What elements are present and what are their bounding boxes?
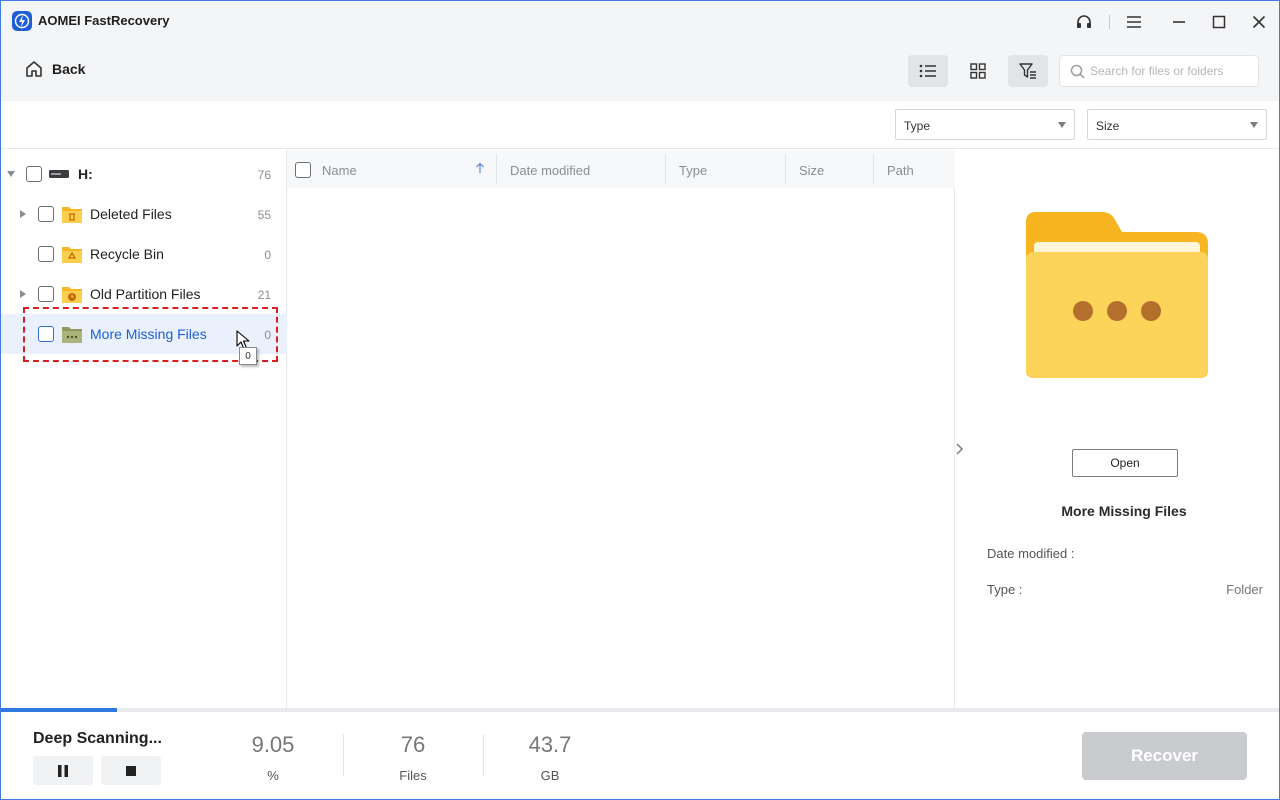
- clock-folder-icon: [62, 287, 82, 303]
- search-input[interactable]: [1090, 56, 1255, 86]
- list-view-icon: [919, 64, 936, 78]
- grid-view-icon: [970, 63, 986, 79]
- stat-divider: [483, 734, 484, 776]
- chevron-down-icon: [1250, 122, 1258, 128]
- chevron-right-icon[interactable]: [954, 442, 964, 456]
- column-header-path[interactable]: Path: [887, 163, 914, 178]
- drive-h-checkbox[interactable]: [26, 166, 42, 182]
- app-title: AOMEI FastRecovery: [38, 13, 170, 28]
- old-partition-files-checkbox[interactable]: [38, 286, 54, 302]
- scan-status-text: Deep Scanning...: [33, 730, 162, 747]
- type-label: Type :: [987, 582, 1023, 597]
- pause-icon: [58, 764, 68, 777]
- trash-folder-icon: [62, 207, 82, 223]
- deleted-files-checkbox[interactable]: [38, 206, 54, 222]
- chevron-down-icon: [1058, 122, 1066, 128]
- title-bar: AOMEI FastRecovery: [1, 1, 1279, 41]
- recycle-bin-count: 0: [264, 248, 271, 262]
- column-header-date-modified[interactable]: Date modified: [510, 163, 590, 178]
- tree-item-recycle-bin[interactable]: Recycle Bin 0: [1, 234, 287, 274]
- type-filter-label: Type: [904, 119, 931, 133]
- column-header-size[interactable]: Size: [799, 163, 824, 178]
- open-button[interactable]: Open: [1072, 449, 1178, 477]
- percent-value: 9.05: [251, 732, 295, 757]
- deleted-files-count: 55: [257, 208, 271, 222]
- search-icon: [1070, 64, 1085, 79]
- menu-icon[interactable]: [1123, 11, 1145, 33]
- toolbar: Back: [1, 41, 1279, 101]
- size-filter-select[interactable]: Size: [1087, 109, 1267, 140]
- preview-panel: Open More Missing Files Date modified : …: [956, 150, 1279, 708]
- recycle-bin-label: Recycle Bin: [90, 246, 164, 262]
- column-divider[interactable]: [785, 154, 786, 184]
- tree-item-drive-h[interactable]: H: 76: [1, 154, 287, 194]
- headset-icon[interactable]: [1073, 11, 1095, 33]
- file-list-header: Name Date modified Type Size Path: [287, 150, 955, 188]
- back-label: Back: [52, 61, 86, 77]
- column-divider[interactable]: [873, 154, 874, 184]
- drive-h-label: H:: [78, 166, 93, 182]
- search-box: [1059, 55, 1259, 87]
- back-button[interactable]: Back: [24, 59, 85, 79]
- stop-icon: [126, 765, 136, 776]
- deleted-files-label: Deleted Files: [90, 206, 172, 222]
- filter-bar: Type Size: [1, 101, 1279, 149]
- column-header-type[interactable]: Type: [679, 163, 707, 178]
- preview-file-name: More Missing Files: [1061, 503, 1187, 519]
- type-value: Folder: [1226, 582, 1263, 597]
- list-view-button[interactable]: [908, 55, 948, 87]
- large-folder-icon: [1026, 212, 1208, 378]
- old-partition-files-count: 21: [257, 288, 271, 302]
- column-divider[interactable]: [665, 154, 666, 184]
- minimize-icon[interactable]: [1168, 11, 1190, 33]
- recycle-bin-checkbox[interactable]: [38, 246, 54, 262]
- filter-icon: [1019, 63, 1036, 79]
- collapse-icon[interactable]: [7, 171, 15, 177]
- grid-view-button[interactable]: [958, 55, 998, 87]
- type-filter-select[interactable]: Type: [895, 109, 1075, 140]
- size-value: 43.7: [528, 732, 572, 757]
- filter-button[interactable]: [1008, 55, 1048, 87]
- status-bar: Deep Scanning... 9.05 % 76 Files 43.7 GB…: [1, 712, 1279, 799]
- title-separator: [1109, 15, 1110, 29]
- app-logo-icon: [12, 11, 32, 31]
- file-list: Name Date modified Type Size Path: [287, 150, 955, 708]
- stop-button[interactable]: [101, 756, 161, 785]
- maximize-icon[interactable]: [1208, 11, 1230, 33]
- folder-tree: H: 76 Deleted Files 55 Recycle Bin 0 Old…: [1, 150, 287, 708]
- stat-divider: [343, 734, 344, 776]
- count-tooltip: 0: [239, 347, 257, 365]
- close-icon[interactable]: [1248, 11, 1270, 33]
- size-unit: GB: [540, 768, 560, 783]
- expand-icon[interactable]: [20, 290, 26, 298]
- home-icon: [26, 61, 42, 77]
- pause-button[interactable]: [33, 756, 93, 785]
- recover-button[interactable]: Recover: [1082, 732, 1247, 780]
- drive-icon: [49, 170, 69, 178]
- recycle-folder-icon: [62, 247, 82, 263]
- files-unit: Files: [399, 768, 427, 783]
- select-all-checkbox[interactable]: [295, 162, 311, 178]
- drive-h-count: 76: [257, 168, 271, 182]
- size-filter-label: Size: [1096, 119, 1120, 133]
- column-divider[interactable]: [496, 154, 497, 184]
- tree-item-deleted-files[interactable]: Deleted Files 55: [1, 194, 287, 234]
- date-modified-label: Date modified :: [987, 546, 1075, 561]
- sort-ascending-icon[interactable]: [475, 162, 485, 174]
- column-header-name[interactable]: Name: [322, 163, 357, 178]
- files-value: 76: [400, 732, 426, 757]
- old-partition-files-label: Old Partition Files: [90, 286, 201, 302]
- expand-icon[interactable]: [20, 210, 26, 218]
- percent-unit: %: [267, 768, 279, 783]
